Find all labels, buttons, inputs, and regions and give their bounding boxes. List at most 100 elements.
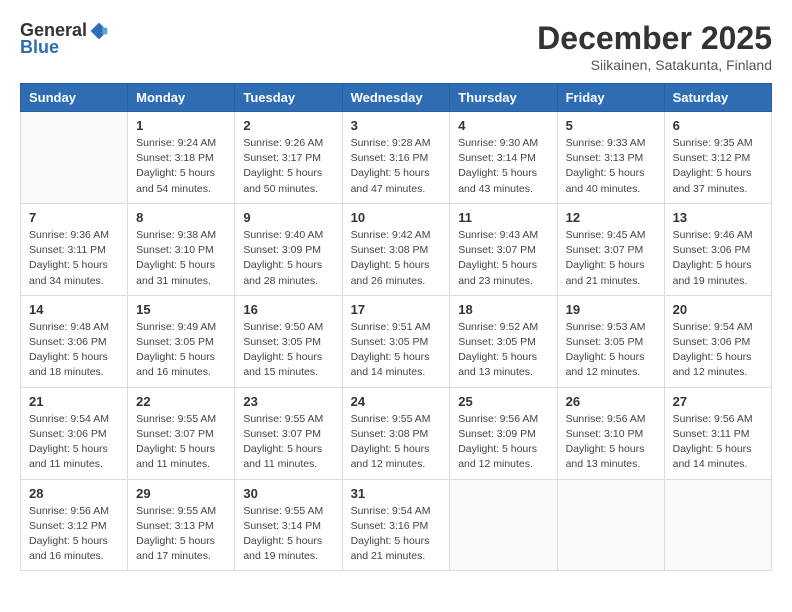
- day-info: Sunrise: 9:56 AMSunset: 3:11 PMDaylight:…: [673, 412, 763, 473]
- day-number: 18: [458, 302, 548, 317]
- day-number: 5: [566, 118, 656, 133]
- day-info: Sunrise: 9:26 AMSunset: 3:17 PMDaylight:…: [243, 136, 333, 197]
- logo-blue: Blue: [20, 37, 59, 58]
- day-number: 17: [351, 302, 442, 317]
- day-number: 6: [673, 118, 763, 133]
- header-monday: Monday: [128, 84, 235, 112]
- day-info: Sunrise: 9:56 AMSunset: 3:12 PMDaylight:…: [29, 504, 119, 565]
- table-row: 23Sunrise: 9:55 AMSunset: 3:07 PMDayligh…: [235, 387, 342, 479]
- day-info: Sunrise: 9:56 AMSunset: 3:09 PMDaylight:…: [458, 412, 548, 473]
- header-tuesday: Tuesday: [235, 84, 342, 112]
- day-number: 27: [673, 394, 763, 409]
- table-row: 21 Sunrise: 9:54 AMSunset: 3:06 PMDayligh…: [21, 387, 128, 479]
- calendar-header-row: Sunday Monday Tuesday Wednesday Thursday…: [21, 84, 772, 112]
- day-info: Sunrise: 9:49 AMSunset: 3:05 PMDaylight:…: [136, 320, 226, 381]
- table-row: 22 Sunrise: 9:55 AMSunset: 3:07 PMDayligh…: [128, 387, 235, 479]
- day-number: 10: [351, 210, 442, 225]
- day-number: 8: [136, 210, 226, 225]
- day-number: 1: [136, 118, 226, 133]
- table-row: [21, 112, 128, 204]
- header-sunday: Sunday: [21, 84, 128, 112]
- table-row: 1 Sunrise: 9:24 AMSunset: 3:18 PMDaylight…: [128, 112, 235, 204]
- table-row: 29Sunrise: 9:55 AMSunset: 3:13 PMDayligh…: [128, 479, 235, 571]
- table-row: 10 Sunrise: 9:42 AMSunset: 3:08 PMDayligh…: [342, 203, 450, 295]
- day-info: Sunrise: 9:42 AMSunset: 3:08 PMDaylight:…: [351, 228, 442, 289]
- header-friday: Friday: [557, 84, 664, 112]
- table-row: 7 Sunrise: 9:36 AMSunset: 3:11 PMDaylight…: [21, 203, 128, 295]
- day-number: 11: [458, 210, 548, 225]
- table-row: 20 Sunrise: 9:54 AMSunset: 3:06 PMDayligh…: [664, 295, 771, 387]
- day-number: 24: [351, 394, 442, 409]
- day-number: 3: [351, 118, 442, 133]
- header-wednesday: Wednesday: [342, 84, 450, 112]
- day-info: Sunrise: 9:53 AMSunset: 3:05 PMDaylight:…: [566, 320, 656, 381]
- day-info: Sunrise: 9:36 AMSunset: 3:11 PMDaylight:…: [29, 228, 119, 289]
- day-info: Sunrise: 9:43 AMSunset: 3:07 PMDaylight:…: [458, 228, 548, 289]
- day-info: Sunrise: 9:56 AMSunset: 3:10 PMDaylight:…: [566, 412, 656, 473]
- day-number: 29: [136, 486, 226, 501]
- table-row: 18Sunrise: 9:52 AMSunset: 3:05 PMDayligh…: [450, 295, 557, 387]
- calendar-week-row: 21 Sunrise: 9:54 AMSunset: 3:06 PMDayligh…: [21, 387, 772, 479]
- day-number: 30: [243, 486, 333, 501]
- day-info: Sunrise: 9:40 AMSunset: 3:09 PMDaylight:…: [243, 228, 333, 289]
- table-row: [664, 479, 771, 571]
- table-row: 27 Sunrise: 9:56 AMSunset: 3:11 PMDayligh…: [664, 387, 771, 479]
- location-subtitle: Siikainen, Satakunta, Finland: [537, 57, 772, 73]
- day-number: 19: [566, 302, 656, 317]
- calendar-table: Sunday Monday Tuesday Wednesday Thursday…: [20, 83, 772, 571]
- calendar-week-row: 7 Sunrise: 9:36 AMSunset: 3:11 PMDaylight…: [21, 203, 772, 295]
- day-number: 15: [136, 302, 226, 317]
- day-number: 14: [29, 302, 119, 317]
- day-number: 20: [673, 302, 763, 317]
- day-info: Sunrise: 9:55 AMSunset: 3:08 PMDaylight:…: [351, 412, 442, 473]
- day-number: 12: [566, 210, 656, 225]
- table-row: 17 Sunrise: 9:51 AMSunset: 3:05 PMDayligh…: [342, 295, 450, 387]
- day-number: 7: [29, 210, 119, 225]
- day-info: Sunrise: 9:51 AMSunset: 3:05 PMDaylight:…: [351, 320, 442, 381]
- table-row: 25Sunrise: 9:56 AMSunset: 3:09 PMDayligh…: [450, 387, 557, 479]
- day-info: Sunrise: 9:48 AMSunset: 3:06 PMDaylight:…: [29, 320, 119, 381]
- table-row: [450, 479, 557, 571]
- table-row: 12 Sunrise: 9:45 AMSunset: 3:07 PMDayligh…: [557, 203, 664, 295]
- day-info: Sunrise: 9:55 AMSunset: 3:07 PMDaylight:…: [136, 412, 226, 473]
- table-row: 4 Sunrise: 9:30 AMSunset: 3:14 PMDaylight…: [450, 112, 557, 204]
- day-number: 4: [458, 118, 548, 133]
- day-info: Sunrise: 9:45 AMSunset: 3:07 PMDaylight:…: [566, 228, 656, 289]
- day-info: Sunrise: 9:30 AMSunset: 3:14 PMDaylight:…: [458, 136, 548, 197]
- day-number: 22: [136, 394, 226, 409]
- table-row: 28Sunrise: 9:56 AMSunset: 3:12 PMDayligh…: [21, 479, 128, 571]
- calendar-week-row: 14 Sunrise: 9:48 AMSunset: 3:06 PMDayligh…: [21, 295, 772, 387]
- month-title: December 2025: [537, 20, 772, 57]
- day-info: Sunrise: 9:38 AMSunset: 3:10 PMDaylight:…: [136, 228, 226, 289]
- day-info: Sunrise: 9:28 AMSunset: 3:16 PMDaylight:…: [351, 136, 442, 197]
- day-info: Sunrise: 9:54 AMSunset: 3:16 PMDaylight:…: [351, 504, 442, 565]
- day-info: Sunrise: 9:46 AMSunset: 3:06 PMDaylight:…: [673, 228, 763, 289]
- table-row: 8 Sunrise: 9:38 AMSunset: 3:10 PMDaylight…: [128, 203, 235, 295]
- logo-icon: [89, 21, 109, 41]
- table-row: 5 Sunrise: 9:33 AMSunset: 3:13 PMDaylight…: [557, 112, 664, 204]
- table-row: 24 Sunrise: 9:55 AMSunset: 3:08 PMDayligh…: [342, 387, 450, 479]
- table-row: [557, 479, 664, 571]
- day-number: 31: [351, 486, 442, 501]
- header-thursday: Thursday: [450, 84, 557, 112]
- day-number: 23: [243, 394, 333, 409]
- calendar-week-row: 28Sunrise: 9:56 AMSunset: 3:12 PMDayligh…: [21, 479, 772, 571]
- day-number: 16: [243, 302, 333, 317]
- day-info: Sunrise: 9:54 AMSunset: 3:06 PMDaylight:…: [673, 320, 763, 381]
- day-number: 13: [673, 210, 763, 225]
- table-row: 15 Sunrise: 9:49 AMSunset: 3:05 PMDayligh…: [128, 295, 235, 387]
- table-row: 16 Sunrise: 9:50 AMSunset: 3:05 PMDayligh…: [235, 295, 342, 387]
- day-info: Sunrise: 9:24 AMSunset: 3:18 PMDaylight:…: [136, 136, 226, 197]
- day-number: 21: [29, 394, 119, 409]
- day-info: Sunrise: 9:54 AMSunset: 3:06 PMDaylight:…: [29, 412, 119, 473]
- day-info: Sunrise: 9:33 AMSunset: 3:13 PMDaylight:…: [566, 136, 656, 197]
- day-info: Sunrise: 9:50 AMSunset: 3:05 PMDaylight:…: [243, 320, 333, 381]
- title-area: December 2025 Siikainen, Satakunta, Finl…: [537, 20, 772, 73]
- day-info: Sunrise: 9:35 AMSunset: 3:12 PMDaylight:…: [673, 136, 763, 197]
- calendar-week-row: 1 Sunrise: 9:24 AMSunset: 3:18 PMDaylight…: [21, 112, 772, 204]
- table-row: 26Sunrise: 9:56 AMSunset: 3:10 PMDayligh…: [557, 387, 664, 479]
- page-header: General Blue December 2025 Siikainen, Sa…: [20, 20, 772, 73]
- table-row: 14 Sunrise: 9:48 AMSunset: 3:06 PMDayligh…: [21, 295, 128, 387]
- table-row: 6 Sunrise: 9:35 AMSunset: 3:12 PMDaylight…: [664, 112, 771, 204]
- header-saturday: Saturday: [664, 84, 771, 112]
